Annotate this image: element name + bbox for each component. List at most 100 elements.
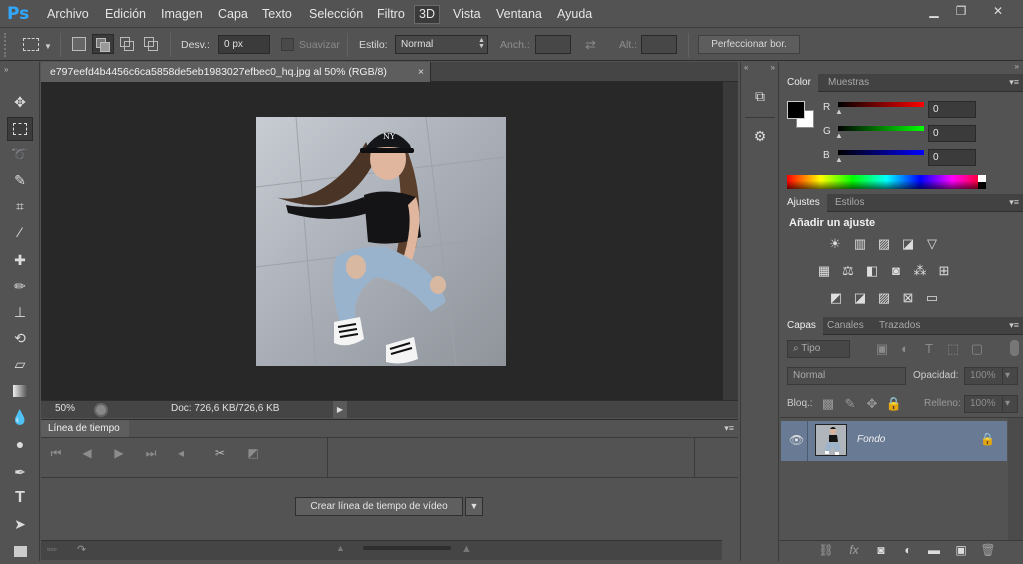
menu-ventana[interactable]: Ventana	[492, 6, 546, 23]
antialias-checkbox[interactable]	[281, 38, 294, 51]
new-group-icon[interactable]: ▬	[926, 543, 942, 557]
rect-marquee-preset-icon[interactable]	[23, 38, 39, 51]
green-value-input[interactable]: 0	[928, 125, 976, 142]
new-selection-icon[interactable]	[72, 37, 86, 51]
status-info-icon[interactable]	[94, 403, 108, 417]
selective-color-icon[interactable]: ⊠	[899, 290, 917, 306]
close-tab-icon[interactable]: ×	[418, 62, 424, 82]
add-mask-icon[interactable]: ◙	[873, 543, 889, 557]
prev-frame-icon[interactable]: ◀	[77, 446, 97, 460]
link-layers-icon[interactable]: ⛓	[818, 543, 834, 557]
posterize-icon[interactable]: ◪	[851, 290, 869, 306]
gradient-map-icon[interactable]: ▭	[923, 290, 941, 306]
fill-dropdown-icon[interactable]: ▾	[1002, 395, 1018, 413]
zoom-level[interactable]: 50%	[55, 403, 75, 414]
vertical-scrollbar[interactable]	[723, 82, 738, 400]
filter-type-icon[interactable]: T	[920, 341, 938, 357]
menu-vista[interactable]: Vista	[449, 6, 485, 23]
gradient-tool-icon[interactable]	[7, 379, 33, 403]
timeline-tab[interactable]: Línea de tiempo	[41, 420, 129, 437]
history-panel-icon[interactable]: ⧉	[750, 88, 770, 110]
color-spectrum-bar[interactable]	[787, 175, 986, 189]
minimize-button[interactable]: ▁	[920, 2, 948, 20]
curves-icon[interactable]: ▨	[875, 236, 893, 252]
create-video-timeline-button[interactable]: Crear línea de tiempo de vídeo	[295, 497, 463, 516]
blend-mode-select[interactable]: Normal	[787, 367, 906, 385]
fill-input[interactable]: 100%	[964, 395, 1003, 413]
filter-pixel-icon[interactable]: ▣	[873, 341, 891, 357]
zoom-out-icon[interactable]: ▲	[336, 543, 345, 553]
menu-archivo[interactable]: Archivo	[43, 6, 93, 23]
delete-layer-icon[interactable]: 🗑	[980, 543, 996, 557]
collapse-icon[interactable]: »	[4, 65, 8, 74]
opacity-input[interactable]: 100%	[964, 367, 1003, 385]
dock-collapse-icon[interactable]: »	[1015, 62, 1019, 71]
next-frame-icon[interactable]: ⏭	[141, 446, 161, 461]
tab-swatches[interactable]: Muestras	[821, 74, 876, 92]
frames-icon[interactable]: ▫▫▫	[47, 544, 57, 554]
eyedropper-tool-icon[interactable]: ⁄	[7, 220, 33, 244]
black-swatch[interactable]	[978, 182, 986, 189]
panel-menu-icon[interactable]: ▾≡	[1009, 197, 1019, 208]
zoom-in-icon[interactable]: ▲	[461, 543, 472, 555]
exposure-icon[interactable]: ◪	[899, 236, 917, 252]
tab-paths[interactable]: Trazados	[872, 317, 927, 335]
layer-thumbnail[interactable]	[815, 424, 847, 456]
collapse-icon[interactable]: «	[744, 63, 748, 72]
blue-slider[interactable]	[838, 150, 924, 155]
menu-edicion[interactable]: Edición	[101, 6, 150, 23]
status-menu-arrow-icon[interactable]: ▶	[333, 401, 347, 418]
properties-panel-icon[interactable]: ⚙	[750, 128, 770, 150]
move-tool-icon[interactable]: ✥	[7, 90, 33, 114]
menu-texto[interactable]: Texto	[258, 6, 296, 23]
filter-smart-icon[interactable]: ▢	[968, 341, 986, 357]
play-icon[interactable]: ▶	[109, 446, 129, 460]
filter-adjustment-icon[interactable]: ◐	[896, 341, 914, 357]
new-adjustment-layer-icon[interactable]: ◐	[900, 543, 916, 557]
threshold-icon[interactable]: ▨	[875, 290, 893, 306]
menu-ayuda[interactable]: Ayuda	[553, 6, 596, 23]
blur-tool-icon[interactable]: 💧	[7, 405, 33, 429]
menu-capa[interactable]: Capa	[214, 6, 252, 23]
convert-icon[interactable]: ↷	[77, 543, 86, 556]
color-lookup-icon[interactable]: ⊞	[935, 263, 953, 279]
layers-scrollbar[interactable]	[1008, 418, 1023, 540]
restore-button[interactable]: ❐	[947, 2, 975, 20]
vibrance-icon[interactable]: ▽	[923, 236, 941, 252]
layer-filter-select[interactable]: ⌕ Tipo	[787, 340, 850, 358]
brightness-icon[interactable]: ☀	[826, 236, 844, 252]
menu-filtro[interactable]: Filtro	[373, 6, 409, 23]
layer-name[interactable]: Fondo	[857, 434, 885, 445]
document-image[interactable]: NY	[256, 117, 506, 366]
close-window-button[interactable]: ✕	[984, 2, 1012, 20]
audio-icon[interactable]: ◂	[171, 446, 191, 460]
foreground-swatch[interactable]	[787, 101, 805, 119]
tab-adjustments[interactable]: Ajustes	[780, 194, 827, 212]
eraser-tool-icon[interactable]: ▱	[7, 352, 33, 376]
shape-tool-icon[interactable]	[7, 540, 33, 564]
scissors-icon[interactable]: ✂	[210, 446, 230, 460]
panel-menu-icon[interactable]: ▾≡	[1009, 320, 1019, 331]
document-tab[interactable]: e797eefd4b4456c6ca5858de5eb1983027efbec0…	[41, 62, 431, 82]
path-selection-tool-icon[interactable]: ➤	[7, 512, 33, 536]
new-layer-icon[interactable]: ▣	[953, 543, 969, 557]
photo-filter-icon[interactable]: ◙	[887, 263, 905, 279]
feather-input[interactable]: 0 px	[218, 35, 270, 54]
swap-icon[interactable]: ⇄	[585, 37, 596, 53]
expand-icon[interactable]: »	[771, 63, 775, 72]
pen-tool-icon[interactable]: ✒	[7, 460, 33, 484]
menu-seleccion[interactable]: Selección	[305, 6, 367, 23]
style-select[interactable]: Normal	[395, 35, 488, 54]
type-tool-icon[interactable]: T	[7, 486, 33, 510]
refine-edge-button[interactable]: Perfeccionar bor.	[698, 35, 800, 54]
levels-icon[interactable]: ▥	[851, 236, 869, 252]
white-swatch[interactable]	[978, 175, 986, 182]
width-input[interactable]	[535, 35, 571, 54]
timeline-dropdown-button[interactable]: ▼	[465, 497, 483, 516]
quick-selection-tool-icon[interactable]: ✎	[7, 168, 33, 192]
dodge-tool-icon[interactable]: ●	[7, 432, 33, 456]
tab-layers[interactable]: Capas	[780, 317, 823, 335]
blue-value-input[interactable]: 0	[928, 149, 976, 166]
lock-all-icon[interactable]: 🔒	[885, 396, 903, 412]
black-white-icon[interactable]: ◧	[863, 263, 881, 279]
